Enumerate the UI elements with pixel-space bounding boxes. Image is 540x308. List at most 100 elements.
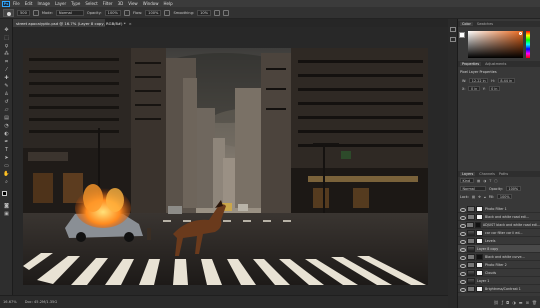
layer-row-selected[interactable]: Layer 8 copy [458, 245, 540, 253]
menu-select[interactable]: Select [85, 1, 97, 6]
layer-mask-thumbnail[interactable] [476, 205, 483, 212]
menu-file[interactable]: File [13, 1, 20, 6]
tab-properties[interactable]: Properties [460, 62, 482, 66]
blur-tool-icon[interactable]: ◔ [3, 123, 10, 129]
rectangle-tool-icon[interactable]: ▭ [3, 163, 10, 169]
layer-mask-thumbnail[interactable] [476, 229, 483, 236]
close-icon[interactable]: × [129, 21, 132, 26]
layer-style-icon[interactable]: ƒ [502, 300, 503, 305]
layer-row[interactable]: Photo Filter 1 [458, 205, 540, 213]
hue-slider[interactable] [526, 31, 530, 58]
layer-mask-thumbnail[interactable] [476, 261, 483, 268]
lock-position-icon[interactable]: ✥ [478, 195, 481, 199]
link-layers-icon[interactable]: ⛓ [494, 300, 499, 305]
color-picker-cursor[interactable] [519, 32, 522, 35]
layer-row[interactable]: Levels [458, 237, 540, 245]
healing-brush-tool-icon[interactable]: ✚ [3, 75, 10, 81]
foreground-color-swatch[interactable] [2, 191, 7, 196]
flow-field[interactable]: 100% [145, 9, 162, 16]
tab-swatches[interactable]: Swatches [477, 22, 493, 26]
blend-mode-select[interactable]: Normal [460, 186, 486, 191]
layer-row[interactable]: Brightness/Contrast 1 [458, 285, 540, 293]
lock-all-icon[interactable]: 🔒︎ [484, 195, 486, 199]
eraser-tool-icon[interactable]: ▱ [3, 107, 10, 113]
move-tool-icon[interactable]: ✥ [3, 27, 10, 33]
layer-mask-thumbnail[interactable] [476, 253, 483, 260]
screen-mode-icon[interactable]: ▣ [3, 211, 10, 217]
menu-image[interactable]: Image [37, 1, 50, 6]
document-tab[interactable]: street apocalyptic.psd @ 16.7% (Layer 8 … [13, 19, 132, 27]
history-brush-tool-icon[interactable]: ↺ [3, 99, 10, 105]
add-mask-icon[interactable]: ◘ [506, 300, 509, 305]
quick-mask-icon[interactable]: ◙ [3, 203, 10, 209]
document-canvas[interactable] [23, 48, 428, 285]
gradient-tool-icon[interactable]: ▤ [3, 115, 10, 121]
crop-tool-icon[interactable]: ⌗ [3, 59, 10, 65]
filter-pixel-icon[interactable]: ▦ [477, 179, 480, 183]
zoom-tool-icon[interactable]: ⌕ [3, 179, 10, 185]
layer-row[interactable]: Clouds [458, 269, 540, 277]
new-layer-icon[interactable]: ⊞ [526, 300, 529, 305]
visibility-eye-icon[interactable] [459, 278, 466, 284]
tab-color[interactable]: Color [460, 22, 473, 26]
type-tool-icon[interactable]: T [3, 147, 10, 153]
layer-mask-thumbnail[interactable] [476, 269, 483, 276]
filter-type-icon[interactable]: T [489, 179, 491, 183]
filter-adjustment-icon[interactable]: ◑ [483, 179, 486, 183]
layer-mask-thumbnail[interactable] [474, 221, 481, 228]
document-size[interactable]: Doc: 45.2M/1.35G [25, 300, 57, 304]
brush-size-picker[interactable]: 500 [17, 9, 30, 16]
visibility-eye-icon[interactable] [459, 286, 466, 292]
eyedropper-tool-icon[interactable]: ⁄ [3, 67, 10, 73]
visibility-eye-icon[interactable] [459, 214, 466, 220]
layer-row[interactable]: ADJUST black and white road edi... [458, 221, 540, 229]
filter-shape-icon[interactable]: ▢ [494, 179, 497, 183]
visibility-eye-icon[interactable] [459, 206, 466, 212]
lock-pixels-icon[interactable]: ▩ [472, 195, 475, 199]
layer-mask-thumbnail[interactable] [476, 213, 483, 220]
menu-help[interactable]: Help [163, 1, 172, 6]
smoothing-field[interactable]: 10% [197, 9, 212, 16]
pen-tool-icon[interactable]: ✒ [3, 139, 10, 145]
actions-panel-icon[interactable] [450, 37, 456, 42]
history-panel-icon[interactable] [450, 27, 456, 32]
width-field[interactable]: 12.22 in [469, 78, 489, 83]
visibility-eye-icon[interactable] [459, 246, 466, 252]
path-select-tool-icon[interactable]: ➤ [3, 155, 10, 161]
visibility-eye-icon[interactable] [459, 254, 466, 260]
quick-select-tool-icon[interactable]: ⁂ [3, 51, 10, 57]
zoom-level[interactable]: 16.67% [3, 300, 17, 304]
new-group-icon[interactable]: ▬ [519, 300, 523, 305]
fill-field[interactable]: 100% [497, 194, 513, 199]
visibility-eye-icon[interactable] [459, 238, 466, 244]
layer-row[interactable]: Photo Filter 2 [458, 261, 540, 269]
layer-opacity-field[interactable]: 100% [505, 186, 521, 191]
layer-row[interactable]: car car filter car ii ed... [458, 229, 540, 237]
brush-tool-preset-icon[interactable] [3, 8, 14, 17]
layer-row[interactable]: Black and white road edi... [458, 213, 540, 221]
x-field[interactable]: 0 in [468, 86, 480, 91]
lasso-tool-icon[interactable]: ϙ [3, 43, 10, 49]
dodge-tool-icon[interactable]: ◐ [3, 131, 10, 137]
delete-layer-icon[interactable]: 🗑︎ [532, 300, 537, 305]
airbrush-icon[interactable] [164, 9, 171, 16]
visibility-eye-icon[interactable] [459, 230, 466, 236]
brush-tool-icon[interactable]: ✎ [3, 83, 10, 89]
menu-view[interactable]: View [128, 1, 138, 6]
menu-window[interactable]: Window [143, 1, 159, 6]
visibility-eye-icon[interactable] [459, 262, 466, 268]
layer-kind-filter[interactable]: Kind [460, 178, 474, 183]
menu-filter[interactable]: Filter [103, 1, 113, 6]
marquee-tool-icon[interactable]: ⬚ [3, 35, 10, 41]
y-field[interactable]: 0 in [488, 86, 500, 91]
visibility-eye-icon[interactable] [459, 270, 466, 276]
menu-layer[interactable]: Layer [55, 1, 66, 6]
layer-row[interactable]: Black and white curve... [458, 253, 540, 261]
mode-select[interactable]: Normal [55, 9, 84, 16]
layer-mask-thumbnail[interactable] [476, 285, 483, 292]
menu-type[interactable]: Type [71, 1, 80, 6]
clone-stamp-tool-icon[interactable]: ♙ [3, 91, 10, 97]
tab-adjustments[interactable]: Adjustments [485, 62, 506, 66]
layer-mask-thumbnail[interactable] [476, 237, 483, 244]
visibility-eye-icon[interactable] [459, 222, 467, 228]
